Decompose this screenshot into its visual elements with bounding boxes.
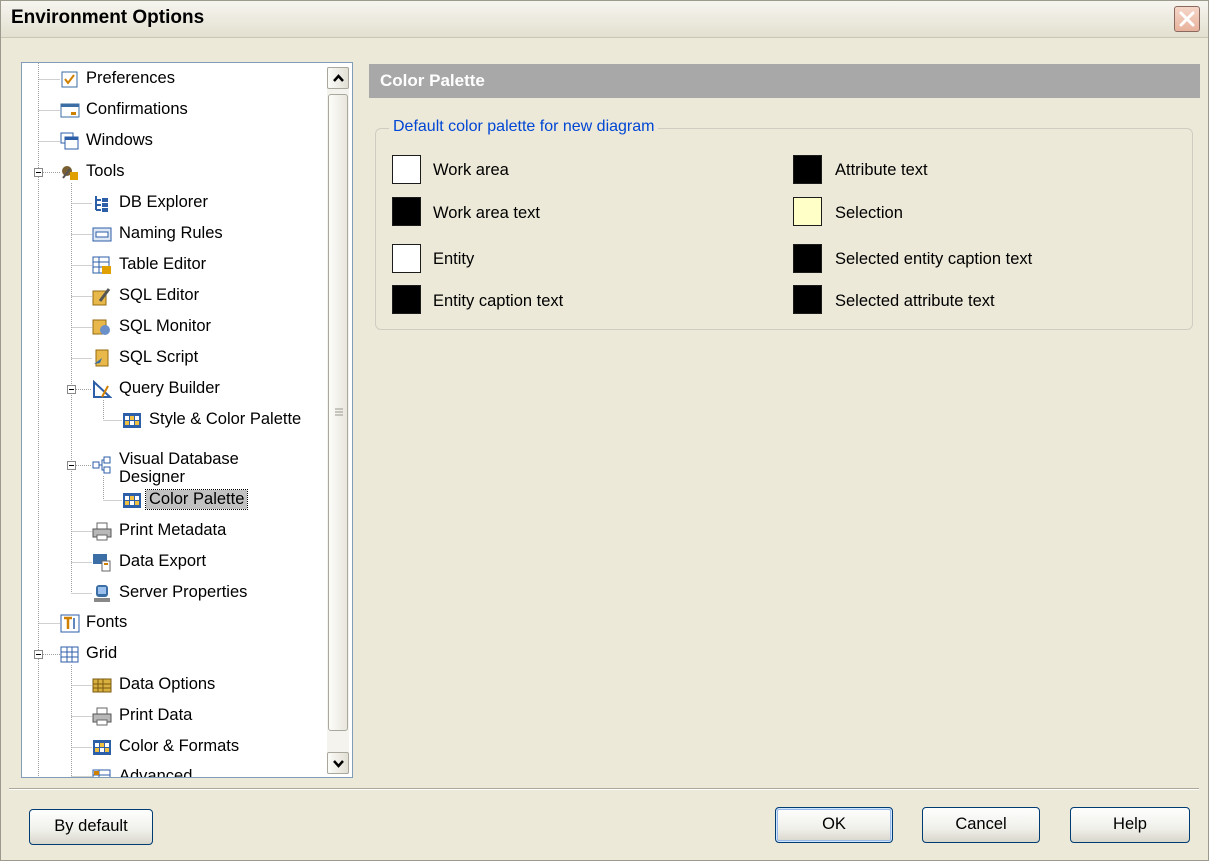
tools-icon [62, 166, 78, 180]
data-options-icon [92, 678, 112, 693]
attribute-text-color-swatch[interactable] [793, 155, 822, 184]
tree-item-label: Print Data [119, 706, 193, 724]
tree-item-label: SQL Script [119, 348, 199, 366]
tree-item-label: Data Options [119, 675, 216, 693]
selection-label: Selection [835, 204, 903, 222]
tree-item-label: Server Properties [119, 583, 248, 601]
tree-item-label: Style & Color Palette [149, 410, 302, 428]
tree-item-label: Fonts [86, 613, 128, 631]
ok-button[interactable]: OK [775, 807, 893, 843]
printer-icon [92, 522, 112, 541]
tools-collapse-toggle[interactable] [34, 168, 43, 177]
printer-icon [92, 707, 112, 726]
entity-color-swatch[interactable] [392, 244, 421, 273]
options-tree[interactable]: Preferences Confirmations Windows Tools … [21, 62, 353, 778]
tree-item-label: Confirmations [86, 100, 188, 118]
designer-icon [92, 456, 111, 474]
palette-icon [123, 493, 141, 508]
work-area-text-label: Work area text [433, 204, 540, 222]
close-button[interactable] [1174, 6, 1200, 32]
entity-caption-text-color-swatch[interactable] [392, 285, 421, 314]
sql-editor-icon [92, 288, 111, 306]
query-builder-collapse-toggle[interactable] [67, 385, 76, 394]
work-area-color-swatch[interactable] [392, 155, 421, 184]
server-icon [94, 585, 110, 602]
tree-item-label: SQL Editor [119, 286, 200, 304]
panel-header: Color Palette [369, 64, 1200, 98]
db-explorer-icon [95, 196, 108, 212]
palette-icon [93, 740, 111, 755]
tree-item-label: Tools [86, 162, 125, 180]
palette-icon [123, 413, 141, 428]
checkbox-icon [61, 71, 78, 88]
windows-icon [60, 132, 79, 150]
chevron-up-icon [333, 74, 344, 82]
naming-rules-icon [92, 227, 112, 242]
selected-entity-caption-text-label: Selected entity caption text [835, 250, 1033, 268]
scroll-up-button[interactable] [327, 67, 349, 89]
selected-attribute-text-color-swatch[interactable] [793, 285, 822, 314]
footer-divider [9, 788, 1199, 790]
help-button[interactable]: Help [1070, 807, 1190, 843]
tree-item-label: Preferences [86, 69, 175, 87]
sql-script-icon [94, 349, 109, 367]
tree-item-label: DB Explorer [119, 193, 208, 211]
tree-item-label: Color Palette [144, 489, 249, 510]
data-export-icon [93, 554, 111, 572]
by-default-button[interactable]: By default [29, 809, 153, 845]
panel-title: Color Palette [380, 71, 485, 90]
query-builder-icon [93, 380, 112, 398]
entity-label: Entity [433, 250, 475, 268]
selected-attribute-text-label: Selected attribute text [835, 292, 995, 310]
close-icon [1179, 11, 1195, 27]
grid-icon [60, 646, 79, 663]
grip-icon [335, 408, 343, 416]
tree-item-label: Grid [86, 644, 118, 662]
cancel-button[interactable]: Cancel [922, 807, 1040, 843]
entity-caption-text-label: Entity caption text [433, 292, 564, 310]
designer-collapse-toggle[interactable] [67, 461, 76, 470]
dialog-icon [60, 103, 80, 118]
work-area-label: Work area [433, 161, 509, 179]
tree-item-label: Query Builder [119, 379, 220, 397]
selection-color-swatch[interactable] [793, 197, 822, 226]
tree-item-label: Naming Rules [119, 224, 223, 242]
attribute-text-label: Attribute text [835, 161, 928, 179]
tree-scrollbar[interactable] [327, 67, 349, 774]
fonts-icon [60, 614, 80, 633]
sql-monitor-icon [92, 319, 110, 335]
group-title: Default color palette for new diagram [389, 118, 659, 136]
tree-item-label: Windows [86, 131, 153, 149]
advanced-icon [92, 769, 111, 777]
work-area-text-color-swatch[interactable] [392, 197, 421, 226]
scroll-down-button[interactable] [327, 752, 349, 774]
scroll-thumb[interactable] [328, 94, 348, 731]
table-editor-icon [92, 256, 111, 274]
tree-item-label: Print Metadata [119, 521, 227, 539]
tree-item-label: SQL Monitor [119, 317, 212, 335]
tree-item-label: Visual Database Designer [119, 450, 239, 486]
tree-item-label: Advanced [119, 767, 193, 778]
window-title: Environment Options [11, 7, 205, 28]
tree-item-label: Data Export [119, 552, 207, 570]
chevron-down-icon [333, 760, 344, 768]
title-bar: Environment Options [1, 1, 1208, 38]
selected-entity-caption-text-color-swatch[interactable] [793, 244, 822, 273]
grid-collapse-toggle[interactable] [34, 650, 43, 659]
tree-item-label: Color & Formats [119, 737, 240, 755]
tree-item-label: Table Editor [119, 255, 207, 273]
